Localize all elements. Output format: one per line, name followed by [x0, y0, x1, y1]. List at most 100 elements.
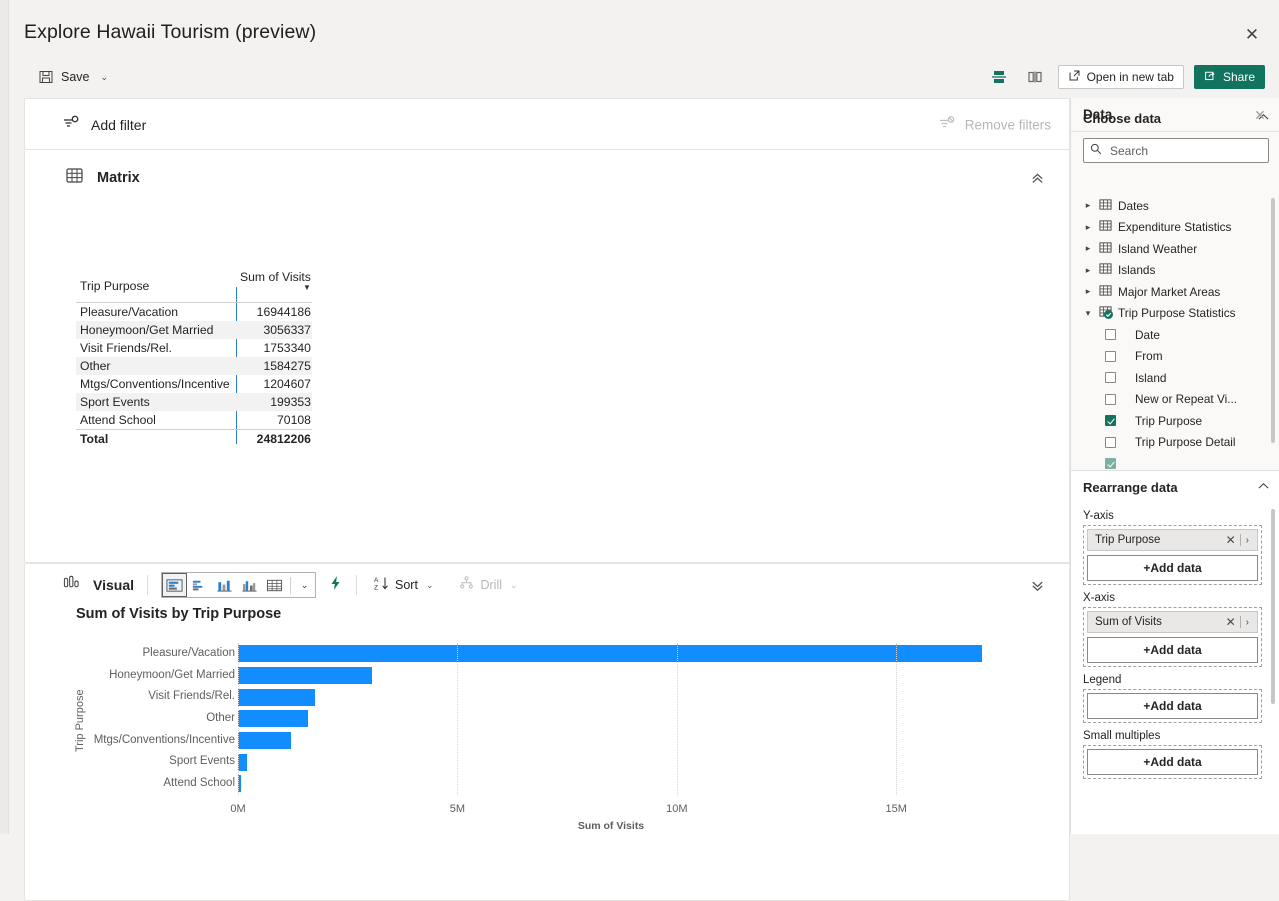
clustered-column-chart-icon[interactable] — [237, 573, 262, 597]
add-data-button-small-multiples[interactable]: +Add data — [1087, 749, 1258, 775]
table-row[interactable]: Mtgs/Conventions/Incentive 1204607 — [76, 375, 312, 393]
close-icon[interactable]: ✕ — [1239, 23, 1265, 49]
add-data-button-legend[interactable]: +Add data — [1087, 693, 1258, 719]
table-row[interactable]: Sport Events 199353 — [76, 393, 312, 411]
close-icon[interactable]: ✕ — [1251, 106, 1269, 124]
stacked-bar-chart-icon[interactable] — [162, 573, 187, 597]
chart-bar-row[interactable] — [238, 686, 984, 708]
dropzone-y-axis[interactable]: Trip Purpose ✕ › +Add data — [1083, 525, 1262, 585]
stacked-column-chart-icon[interactable] — [212, 573, 237, 597]
data-tree[interactable]: ▸ Dates ▸ Expenditure Statistics ▸ Islan… — [1071, 195, 1279, 470]
dropzone-legend[interactable]: +Add data — [1083, 689, 1262, 723]
data-tree-scrollbar[interactable] — [1271, 198, 1275, 443]
chart-bar-row[interactable] — [238, 665, 984, 687]
chart-bar-row[interactable] — [238, 708, 984, 730]
tree-field-trip-purpose-detail[interactable]: Trip Purpose Detail — [1083, 432, 1279, 454]
add-data-button-y-axis[interactable]: +Add data — [1087, 555, 1258, 581]
command-bar: Save ⌄ Open in new tab Share — [9, 58, 1279, 98]
tree-label: Trip Purpose Detail — [1135, 435, 1236, 450]
dropzone-small-multiples[interactable]: +Add data — [1083, 745, 1262, 779]
add-filter-button[interactable]: Add filter — [62, 114, 146, 137]
close-icon[interactable]: ✕ — [1222, 615, 1240, 629]
tree-field-trip-purpose[interactable]: Trip Purpose — [1083, 410, 1279, 432]
drill-button[interactable]: Drill ⌄ — [455, 572, 521, 599]
field-pill-sum-of-visits[interactable]: Sum of Visits ✕ › — [1087, 611, 1258, 633]
chevron-right-icon[interactable]: ▸ — [1083, 265, 1093, 276]
pill-label: Sum of Visits — [1095, 616, 1162, 628]
matrix-col-sum-of-visits[interactable]: Sum of Visits ▼ — [236, 267, 312, 303]
chart-bar[interactable] — [238, 732, 291, 750]
rearrange-scrollbar[interactable] — [1271, 509, 1275, 704]
chart-bar[interactable] — [238, 645, 982, 663]
checkbox[interactable] — [1105, 329, 1116, 341]
tree-field-island[interactable]: Island — [1083, 367, 1279, 389]
clustered-bar-chart-icon[interactable] — [187, 573, 212, 597]
save-button[interactable]: Save ⌄ — [33, 62, 113, 92]
chevron-right-icon[interactable]: ▸ — [1083, 200, 1093, 211]
tree-table-dates[interactable]: ▸ Dates — [1083, 195, 1279, 217]
chevron-down-icon[interactable]: ⌄ — [101, 72, 109, 83]
chart-bar[interactable] — [238, 710, 308, 728]
tree-table-major-market-areas[interactable]: ▸ Major Market Areas — [1083, 281, 1279, 303]
checkbox-checked[interactable] — [1105, 415, 1116, 427]
chart-x-axis-title: Sum of Visits — [577, 820, 645, 832]
tree-field-date[interactable]: Date — [1083, 324, 1279, 346]
chart-type-chevron-down-icon[interactable]: ⌄ — [294, 573, 315, 597]
chevron-right-icon[interactable]: ▸ — [1083, 286, 1093, 297]
chart-bar[interactable] — [238, 667, 373, 685]
double-chevron-down-icon[interactable] — [1025, 573, 1049, 597]
chevron-right-icon[interactable]: › — [1241, 617, 1252, 628]
chart-bar[interactable] — [238, 688, 315, 706]
split-horizontal-icon[interactable] — [986, 64, 1012, 90]
table-chart-icon[interactable] — [262, 573, 287, 597]
table-grid-icon — [65, 166, 84, 190]
remove-filters-button[interactable]: Remove filters — [938, 115, 1051, 136]
tree-table-expenditure-statistics[interactable]: ▸ Expenditure Statistics — [1083, 217, 1279, 239]
matrix-table[interactable]: Trip Purpose Sum of Visits ▼ Pleasure/Va… — [76, 267, 312, 448]
table-row[interactable]: Honeymoon/Get Married 3056337 — [76, 321, 312, 339]
tree-field-from[interactable]: From — [1083, 346, 1279, 368]
checkbox-checked[interactable] — [1105, 458, 1116, 470]
tree-table-trip-purpose-statistics[interactable]: ▾ Trip Purpose Statistics — [1083, 303, 1279, 325]
chart-bar-row[interactable] — [238, 730, 984, 752]
rearrange-section-header[interactable]: Rearrange data — [1071, 471, 1279, 503]
open-in-new-tab-label: Open in new tab — [1086, 70, 1174, 84]
field-pill-trip-purpose[interactable]: Trip Purpose ✕ › — [1087, 529, 1258, 551]
checkbox[interactable] — [1105, 350, 1116, 362]
chart-area[interactable]: Trip Purpose Pleasure/Vacation Honeymoon… — [25, 634, 1069, 874]
tree-field-partial[interactable] — [1083, 453, 1279, 470]
split-vertical-icon[interactable] — [1022, 64, 1048, 90]
chevron-up-icon[interactable] — [1258, 482, 1269, 493]
dropzone-x-axis[interactable]: Sum of Visits ✕ › +Add data — [1083, 607, 1262, 667]
sort-button[interactable]: A Z Sort ⌄ — [370, 572, 437, 599]
close-icon[interactable]: ✕ — [1222, 533, 1240, 547]
double-chevron-up-icon[interactable] — [1025, 166, 1049, 190]
chevron-down-icon[interactable]: ▾ — [1083, 308, 1093, 319]
chart-bar[interactable] — [238, 753, 247, 771]
sort-label: Sort — [395, 578, 418, 592]
chevron-right-icon[interactable]: › — [1241, 535, 1252, 546]
chart-plot-area[interactable] — [238, 643, 984, 795]
table-row[interactable]: Attend School 70108 — [76, 411, 312, 430]
share-button[interactable]: Share — [1193, 65, 1265, 89]
chart-bar-row[interactable] — [238, 643, 984, 665]
tree-field-new-or-repeat-visitor[interactable]: New or Repeat Vi... — [1083, 389, 1279, 411]
checkbox[interactable] — [1105, 436, 1116, 448]
table-row[interactable]: Other 1584275 — [76, 357, 312, 375]
chart-bar-row[interactable] — [238, 773, 984, 795]
chevron-right-icon[interactable]: ▸ — [1083, 222, 1093, 233]
search-input[interactable] — [1108, 142, 1262, 159]
table-row[interactable]: Pleasure/Vacation 16944186 — [76, 303, 312, 322]
matrix-col-trip-purpose[interactable]: Trip Purpose — [76, 267, 236, 303]
search-box[interactable] — [1083, 138, 1269, 163]
chevron-right-icon[interactable]: ▸ — [1083, 243, 1093, 254]
quick-insights-button[interactable] — [328, 575, 343, 596]
tree-table-islands[interactable]: ▸ Islands — [1083, 260, 1279, 282]
checkbox[interactable] — [1105, 393, 1116, 405]
table-row[interactable]: Visit Friends/Rel. 1753340 — [76, 339, 312, 357]
checkbox[interactable] — [1105, 372, 1116, 384]
add-data-button-x-axis[interactable]: +Add data — [1087, 637, 1258, 663]
chart-bar-row[interactable] — [238, 751, 984, 773]
tree-table-island-weather[interactable]: ▸ Island Weather — [1083, 238, 1279, 260]
open-in-new-tab-button[interactable]: Open in new tab — [1057, 65, 1184, 89]
